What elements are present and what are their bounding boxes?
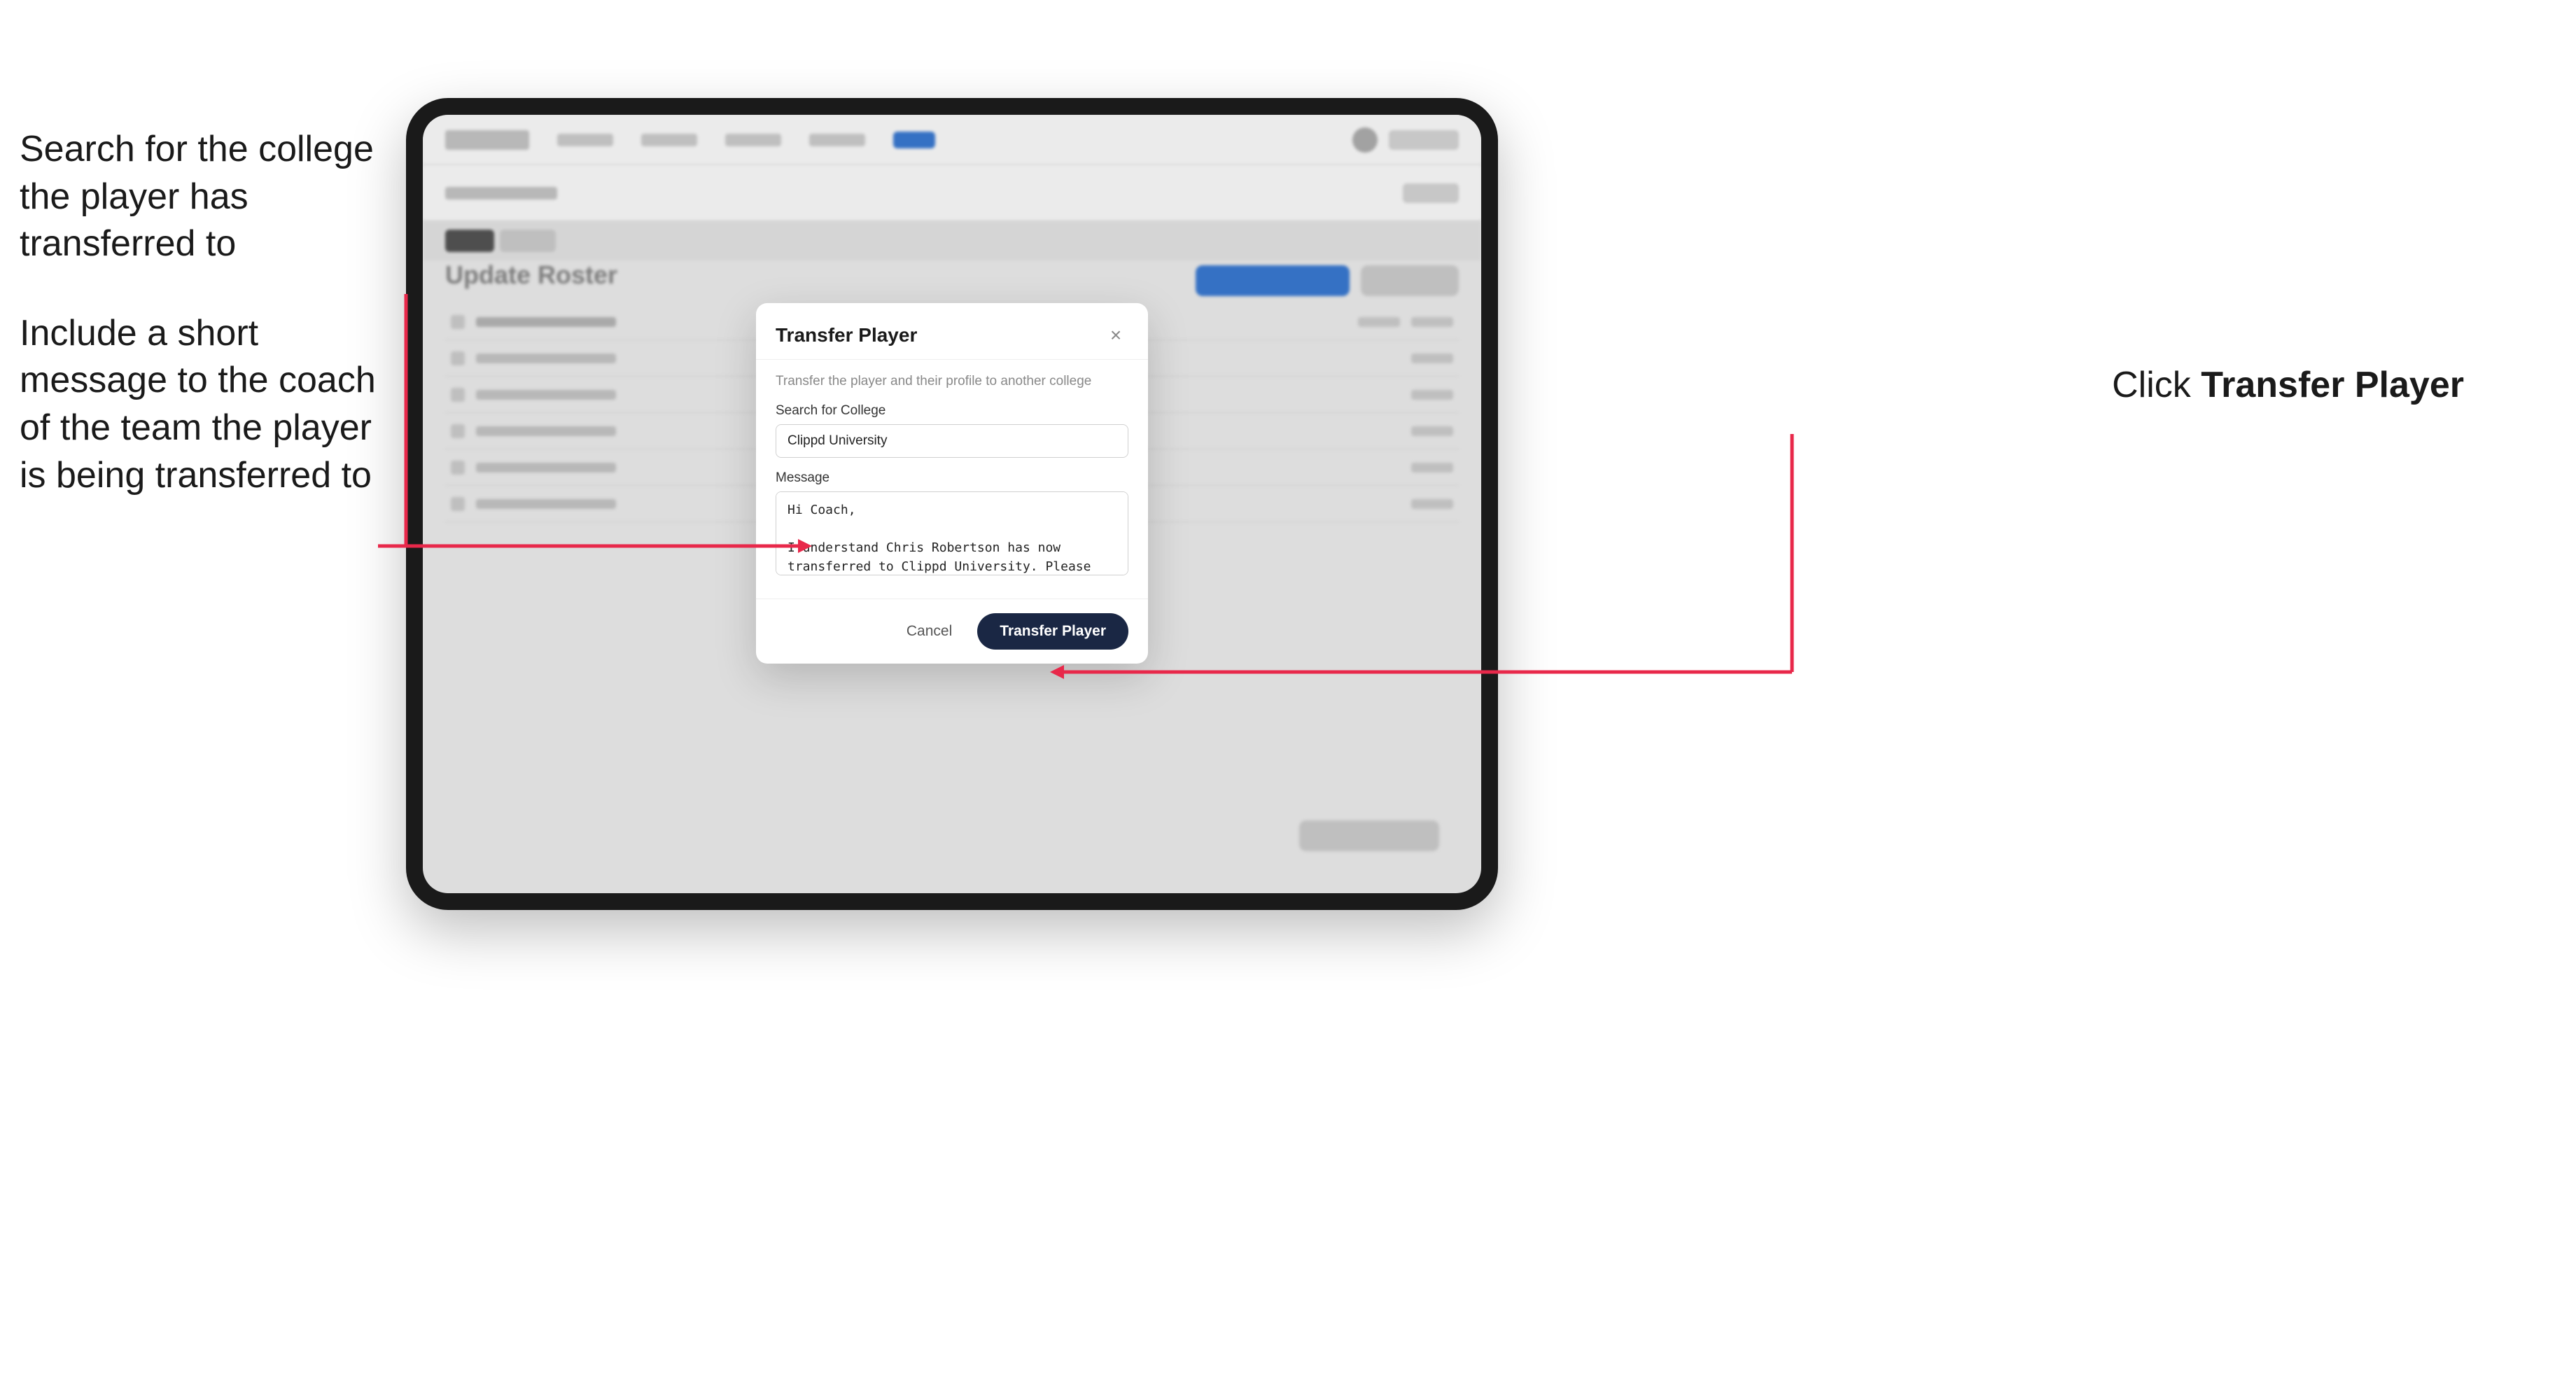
annotation-right-bold: Transfer Player <box>2201 365 2464 405</box>
annotation-text-1: Search for the college the player has tr… <box>20 126 384 268</box>
annotation-text-2: Include a short message to the coach of … <box>20 310 384 499</box>
modal-header: Transfer Player × <box>756 303 1148 360</box>
annotation-right: Click Transfer Player <box>2112 364 2464 406</box>
annotation-left: Search for the college the player has tr… <box>20 126 384 541</box>
modal-title: Transfer Player <box>776 324 917 346</box>
modal-subtitle: Transfer the player and their profile to… <box>776 374 1128 389</box>
search-college-label: Search for College <box>776 403 1128 419</box>
cancel-button[interactable]: Cancel <box>892 616 966 647</box>
search-college-input[interactable] <box>776 424 1128 458</box>
modal-footer: Cancel Transfer Player <box>756 598 1148 664</box>
annotation-right-prefix: Click <box>2112 365 2201 405</box>
transfer-player-modal: Transfer Player × Transfer the player an… <box>756 303 1148 664</box>
message-label: Message <box>776 470 1128 486</box>
modal-overlay: Transfer Player × Transfer the player an… <box>423 115 1481 893</box>
tablet-device: Update Roster <box>406 98 1498 910</box>
transfer-player-button[interactable]: Transfer Player <box>977 613 1128 650</box>
message-textarea[interactable]: Hi Coach, I understand Chris Robertson h… <box>776 491 1128 575</box>
modal-close-button[interactable]: × <box>1103 323 1128 348</box>
modal-body: Transfer the player and their profile to… <box>756 360 1148 598</box>
tablet-screen: Update Roster <box>423 115 1481 893</box>
